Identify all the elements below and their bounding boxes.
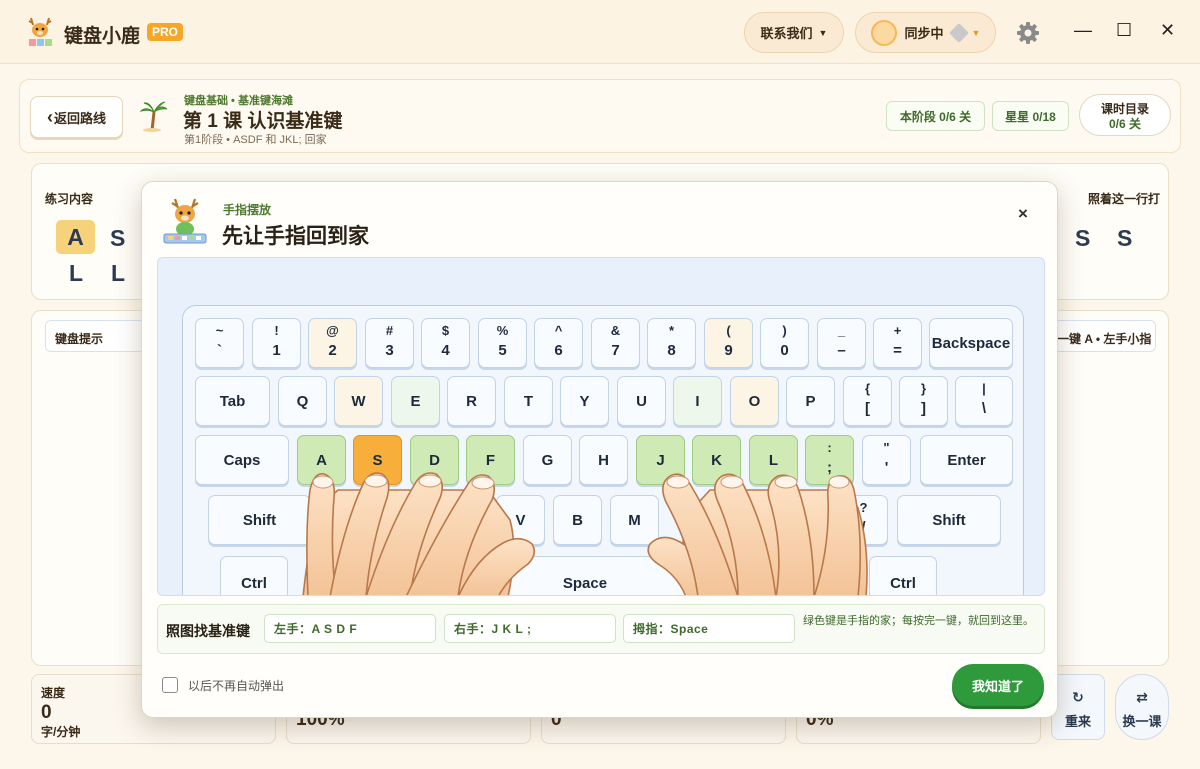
lesson-subtitle: 第1阶段 • ASDF 和 JKL; 回家 [184,134,327,146]
restart-button[interactable]: ↻ 重来 [1051,674,1105,740]
practice-char: S [1117,225,1133,251]
contact-us-button[interactable]: 联系我们 ▼ [744,12,844,53]
title-bar: 键盘小鹿 PRO 联系我们 ▼ 同步中 ▼ — ☐ ✕ [0,0,1200,64]
swap-icon: ⇄ [1136,689,1148,705]
left-hand-keys: 左手：A S D F [264,614,436,643]
sync-status-label: 同步中 [904,26,944,41]
thumb-key: 拇指：Space [623,614,795,643]
practice-char: L [69,260,84,286]
dialog-eyebrow: 手指摆放 [223,203,272,217]
next-key-hint-text: 一键 A • 左手小指 [1057,332,1152,346]
dont-show-again-checkbox[interactable] [162,677,178,693]
stat-unit: 字/分钟 [41,725,81,739]
practice-char: S [110,225,126,251]
finger-placement-dialog: 手指摆放 先让手指回到家 × ~ ` ! 1 @2 #3 $4 % 5 ^ 6 & 7 *… [141,181,1058,718]
chevron-left-icon: ‹ [46,106,53,127]
maximize-button[interactable]: ☐ [1116,20,1132,41]
avatar [870,19,897,46]
right-hand-keys: 右手：J K L ; [444,614,616,643]
dialog-title: 先让手指回到家 [222,225,369,248]
stat-label: 速度 [41,686,66,700]
catalog-title: 课时目录 [1100,102,1149,116]
caret-down-icon: ▼ [818,27,828,38]
next-key-hint: 一键 A • 左手小指 [1050,320,1156,352]
dialog-close-button[interactable]: × [1008,199,1038,229]
stars-badge: 星星 0/18 [992,101,1069,131]
lesson-catalog-button[interactable]: 课时目录 0/6 关 [1079,94,1171,136]
catalog-count: 0/6 关 [1108,117,1142,131]
close-window-button[interactable]: ✕ [1160,20,1175,41]
practice-char-current: A [56,220,95,254]
deer-mascot-icon [163,198,207,244]
practice-char: L [111,260,126,286]
home-keys-guide: 照图找基准键 左手：A S D F 右手：J K L ; 拇指：Space 绿色… [157,604,1045,654]
minimize-button[interactable]: — [1074,20,1092,41]
dont-show-again-label[interactable]: 以后不再自动弹出 [188,677,284,694]
got-it-button[interactable]: 我知道了 [952,664,1044,706]
stage-progress-badge: 本阶段 0/6 关 [886,101,985,131]
practice-label: 练习内容 [45,192,94,206]
switch-lesson-button[interactable]: ⇄ 换一课 [1115,674,1169,740]
contact-us-label: 联系我们 [760,26,813,41]
keyboard-hint-label: 键盘提示 [55,332,104,346]
diamond-icon [948,22,969,43]
app-name: 键盘小鹿 [64,26,141,47]
follow-row-label: 照着这一行打 [1088,192,1161,206]
sync-account-button[interactable]: 同步中 ▼ [855,12,996,53]
caret-down-icon: ▼ [971,27,981,38]
hands-illustration [302,472,868,595]
deer-logo-icon [28,17,52,46]
keyboard-illustration: ~ ` ! 1 @2 #3 $4 % 5 ^ 6 & 7 * 8 (9 ) 0 _ – + = B… [157,257,1045,596]
stat-value: 0 [41,702,52,723]
refresh-icon: ↻ [1072,689,1084,705]
guide-title: 照图找基准键 [166,623,250,639]
pro-badge: PRO [147,23,184,41]
practice-char: S [1075,225,1091,251]
back-to-route-button[interactable]: ‹ 返回路线 [30,96,123,138]
lesson-title: 第 1 课 认识基准键 [183,111,343,132]
gear-icon[interactable] [1016,21,1040,45]
restart-label: 重来 [1064,714,1091,729]
back-label: 返回路线 [53,110,106,126]
lesson-header: ‹ 返回路线 键盘基础 • 基准键海滩 第 1 课 认识基准键 第1阶段 • A… [19,79,1181,153]
guide-note: 绿色键是手指的家；每按完一键，就回到这里。 [803,615,1034,627]
palm-tree-icon [140,101,168,132]
switch-lesson-label: 换一课 [1122,714,1162,729]
